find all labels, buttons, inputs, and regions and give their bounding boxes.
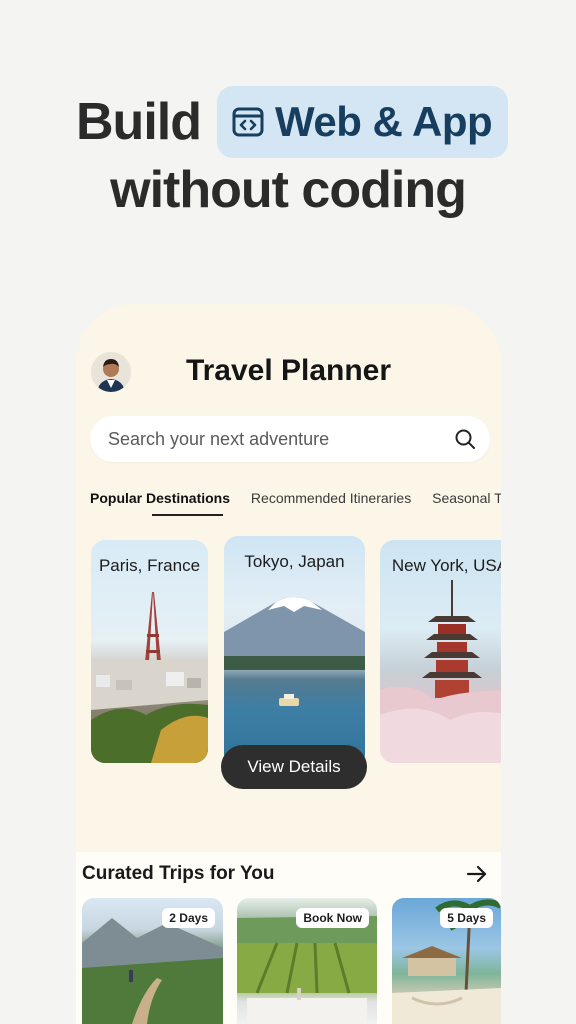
destination-label: New York, USA: [391, 556, 501, 575]
destination-card-paris[interactable]: Paris, France: [91, 540, 208, 763]
trip-card-vineyard[interactable]: Book Now: [237, 898, 377, 1024]
destination-label: Paris, France: [98, 556, 201, 575]
destination-label: Tokyo, Japan: [244, 552, 345, 571]
hero-build-word: Build: [76, 93, 202, 151]
web-app-chip: Web & App: [216, 86, 509, 158]
search-input[interactable]: [106, 427, 440, 451]
search-bar[interactable]: [90, 416, 490, 462]
tab-seasonal-trips[interactable]: Seasonal Trips: [432, 490, 501, 506]
view-details-button[interactable]: View Details: [221, 745, 367, 789]
web-app-chip-label: Web & App: [274, 98, 493, 145]
destination-card-tokyo[interactable]: Tokyo, Japan: [224, 536, 365, 768]
trip-badge: 5 Days: [440, 908, 493, 928]
hero-line-2: without coding: [110, 161, 467, 219]
phone-mockup: Travel Planner Popular Destinations Reco…: [76, 304, 501, 1024]
tab-recommended-itineraries[interactable]: Recommended Itineraries: [251, 490, 411, 506]
curated-trips-title: Curated Trips for You: [82, 863, 275, 884]
trip-card-mountains[interactable]: 2 Days: [82, 898, 223, 1024]
hero-line-1: Build Web & App: [76, 86, 509, 158]
search-icon[interactable]: [454, 428, 476, 450]
tab-popular-destinations[interactable]: Popular Destinations: [90, 490, 230, 506]
arrow-right-icon[interactable]: [466, 864, 488, 884]
trip-badge: Book Now: [296, 908, 369, 928]
trip-card-beach[interactable]: 5 Days: [392, 898, 501, 1024]
active-tab-indicator: [152, 514, 223, 516]
code-window-icon: [232, 107, 264, 137]
app-title: Travel Planner: [185, 354, 392, 387]
destination-card-new-york[interactable]: New York, USA: [380, 540, 501, 763]
hero-section: Build Web & App without coding: [0, 0, 576, 260]
trip-badge: 2 Days: [162, 908, 215, 928]
category-tabs: Popular Destinations Recommended Itinera…: [90, 490, 501, 506]
